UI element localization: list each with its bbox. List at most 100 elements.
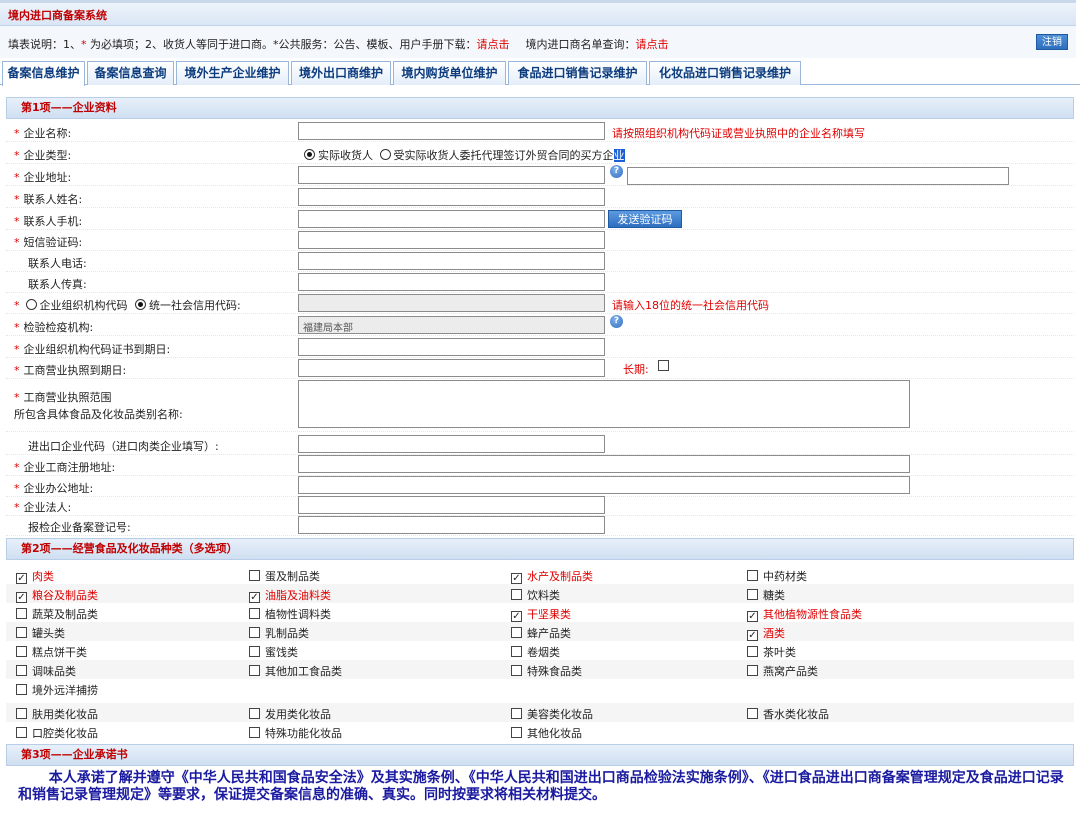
category-checkbox[interactable] (16, 608, 27, 619)
type-actual-consignee-radio[interactable] (304, 149, 315, 160)
tab-overseas-exporter[interactable]: 境外出口商维护 (291, 61, 391, 85)
category-checkbox[interactable] (249, 708, 260, 719)
tab-domestic-buyer[interactable]: 境内购货单位维护 (393, 61, 506, 85)
category-checkbox[interactable] (16, 665, 27, 676)
category-item[interactable]: 蜂产品类 (511, 625, 571, 641)
contact-name-input[interactable] (298, 188, 605, 206)
category-item[interactable]: 蛋及制品类 (249, 568, 320, 584)
download-link[interactable]: 请点击 (477, 38, 510, 51)
category-checkbox[interactable]: ✓ (747, 630, 758, 641)
tab-record-maintain[interactable]: 备案信息维护 (2, 61, 85, 86)
type-agent-buyer-radio[interactable] (379, 149, 391, 160)
inspection-reg-no-input[interactable] (298, 516, 605, 534)
inspection-org-input[interactable]: 福建局本部 (298, 316, 605, 334)
category-item[interactable]: 调味品类 (16, 663, 76, 679)
send-code-button[interactable]: 发送验证码 (608, 210, 682, 228)
category-item[interactable]: 发用类化妆品 (249, 706, 331, 722)
category-checkbox[interactable]: ✓ (249, 592, 260, 603)
category-checkbox[interactable] (16, 708, 27, 719)
category-checkbox[interactable] (249, 727, 260, 738)
category-checkbox[interactable] (249, 665, 260, 676)
category-checkbox[interactable] (16, 727, 27, 738)
category-item[interactable]: ✓ 酒类 (747, 625, 785, 641)
category-item[interactable]: ✓ 干坚果类 (511, 606, 571, 622)
credit-code-input[interactable] (298, 294, 605, 312)
category-checkbox[interactable]: ✓ (16, 592, 27, 603)
category-item[interactable]: 糖类 (747, 587, 785, 603)
category-item[interactable]: 特殊功能化妆品 (249, 725, 342, 741)
category-item[interactable]: 其他加工食品类 (249, 663, 342, 679)
category-item[interactable]: ✓ 肉类 (16, 568, 54, 584)
category-item[interactable]: 蔬菜及制品类 (16, 606, 98, 622)
credit-code-radio[interactable] (135, 299, 146, 310)
category-item[interactable]: 中药材类 (747, 568, 807, 584)
category-item[interactable]: 蜜饯类 (249, 644, 298, 660)
category-checkbox[interactable] (747, 665, 758, 676)
org-code-expiry-input[interactable] (298, 338, 605, 356)
category-item[interactable]: ✓ 粮谷及制品类 (16, 587, 98, 603)
contact-phone-input[interactable] (298, 252, 605, 270)
category-item[interactable]: 罐头类 (16, 625, 65, 641)
category-checkbox[interactable] (747, 589, 758, 600)
contact-fax-input[interactable] (298, 273, 605, 291)
category-checkbox[interactable] (511, 708, 522, 719)
tab-overseas-producer[interactable]: 境外生产企业维护 (176, 61, 289, 85)
category-checkbox[interactable]: ✓ (511, 573, 522, 584)
category-checkbox[interactable] (249, 570, 260, 581)
category-checkbox[interactable] (16, 684, 27, 695)
importer-list-link[interactable]: 请点击 (636, 38, 669, 51)
category-item[interactable]: 茶叶类 (747, 644, 796, 660)
long-term-checkbox[interactable] (658, 360, 669, 371)
category-item[interactable]: ✓ 油脂及油料类 (249, 587, 331, 603)
meat-code-input[interactable] (298, 435, 605, 453)
category-item[interactable]: 乳制品类 (249, 625, 309, 641)
tab-food-sales-record[interactable]: 食品进口销售记录维护 (508, 61, 647, 85)
category-item[interactable]: 肤用类化妆品 (16, 706, 98, 722)
category-checkbox[interactable] (511, 665, 522, 676)
category-item[interactable]: 植物性调料类 (249, 606, 331, 622)
category-item[interactable]: 香水类化妆品 (747, 706, 829, 722)
category-checkbox[interactable] (747, 570, 758, 581)
contact-mobile-input[interactable] (298, 210, 605, 228)
business-scope-textarea[interactable] (298, 380, 910, 428)
help-icon[interactable]: ? (610, 165, 623, 178)
category-item[interactable]: 境外远洋捕捞 (16, 682, 98, 698)
category-checkbox[interactable] (747, 708, 758, 719)
category-item[interactable]: 糕点饼干类 (16, 644, 87, 660)
category-item[interactable]: 燕窝产品类 (747, 663, 818, 679)
category-checkbox[interactable] (511, 727, 522, 738)
company-name-input[interactable] (298, 122, 605, 140)
category-checkbox[interactable] (747, 646, 758, 657)
category-item[interactable]: 特殊食品类 (511, 663, 582, 679)
tab-cosmetic-sales-record[interactable]: 化妆品进口销售记录维护 (649, 61, 801, 85)
legal-person-input[interactable] (298, 496, 605, 514)
help-icon[interactable]: ? (610, 315, 623, 328)
company-address-detail-input[interactable] (627, 167, 1009, 185)
category-item[interactable]: 美容类化妆品 (511, 706, 593, 722)
category-item[interactable]: 卷烟类 (511, 644, 560, 660)
category-checkbox[interactable] (249, 608, 260, 619)
category-item[interactable]: 饮料类 (511, 587, 560, 603)
category-checkbox[interactable]: ✓ (16, 573, 27, 584)
office-address-input[interactable] (298, 476, 910, 494)
category-checkbox[interactable] (16, 627, 27, 638)
category-item[interactable]: ✓ 水产及制品类 (511, 568, 593, 584)
category-item[interactable]: 其他化妆品 (511, 725, 582, 741)
category-checkbox[interactable] (511, 589, 522, 600)
category-checkbox[interactable] (511, 646, 522, 657)
org-code-radio[interactable] (25, 299, 37, 310)
logout-button[interactable]: 注销 (1036, 34, 1068, 50)
category-checkbox[interactable]: ✓ (511, 611, 522, 622)
company-address-input[interactable] (298, 166, 605, 184)
license-expiry-input[interactable] (298, 359, 605, 377)
sms-code-input[interactable] (298, 231, 605, 249)
category-checkbox[interactable] (511, 627, 522, 638)
reg-address-input[interactable] (298, 455, 910, 473)
category-checkbox[interactable] (249, 646, 260, 657)
category-item[interactable]: ✓ 其他植物源性食品类 (747, 606, 862, 622)
category-checkbox[interactable] (16, 646, 27, 657)
category-item[interactable]: 口腔类化妆品 (16, 725, 98, 741)
tab-record-query[interactable]: 备案信息查询 (87, 61, 174, 85)
category-checkbox[interactable] (249, 627, 260, 638)
category-checkbox[interactable]: ✓ (747, 611, 758, 622)
